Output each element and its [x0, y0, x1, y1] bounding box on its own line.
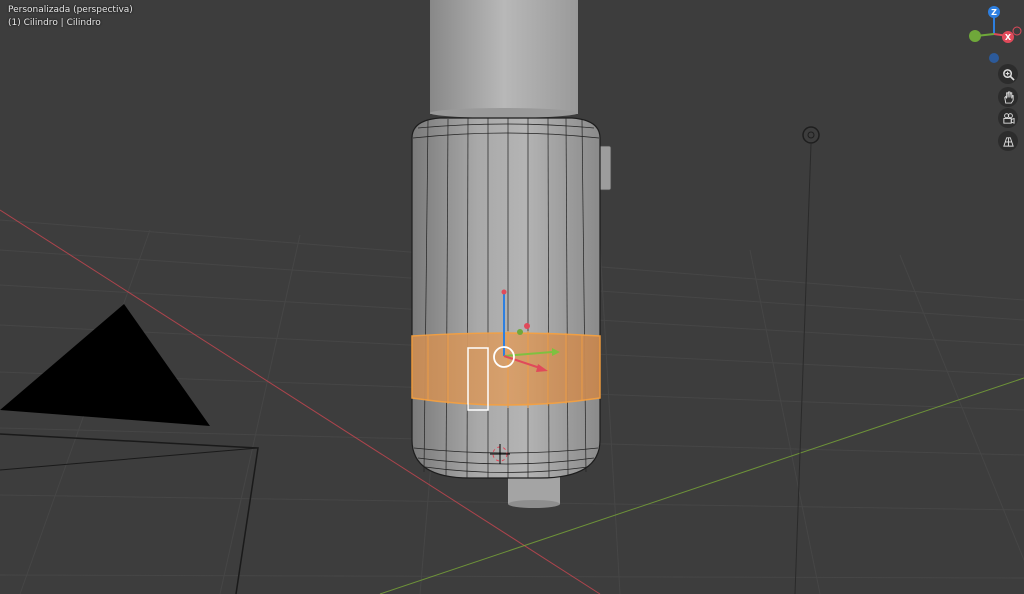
- zoom-button[interactable]: [998, 64, 1018, 84]
- camera-view-button[interactable]: [998, 108, 1018, 128]
- camera-icon: [1002, 112, 1015, 124]
- upper-cylinder: [430, 0, 578, 118]
- main-cylinder: [411, 117, 601, 479]
- gizmo-y-icon: [969, 30, 981, 42]
- svg-text:X: X: [1005, 33, 1012, 42]
- scene-canvas[interactable]: Z X: [0, 0, 1024, 594]
- zoom-icon: [1002, 68, 1015, 81]
- selected-edge-loop: [411, 331, 601, 411]
- camera-object: [0, 304, 259, 594]
- 3d-viewport[interactable]: Z X Personalizada (perspectiva) (1) Cili…: [0, 0, 1024, 594]
- side-knob: [598, 145, 612, 191]
- light-object: [794, 126, 820, 594]
- grid-view-button[interactable]: [998, 131, 1018, 151]
- viewport-view-name: Personalizada (perspectiva): [8, 5, 133, 15]
- hand-pan-icon: [1003, 90, 1014, 104]
- pan-button[interactable]: [998, 87, 1018, 107]
- orientation-gizmo: Z X: [969, 6, 1022, 63]
- grid-toggle-icon: [1002, 136, 1014, 147]
- svg-text:Z: Z: [991, 8, 997, 17]
- viewport-object-info: (1) Cilindro | Cilindro: [8, 18, 101, 28]
